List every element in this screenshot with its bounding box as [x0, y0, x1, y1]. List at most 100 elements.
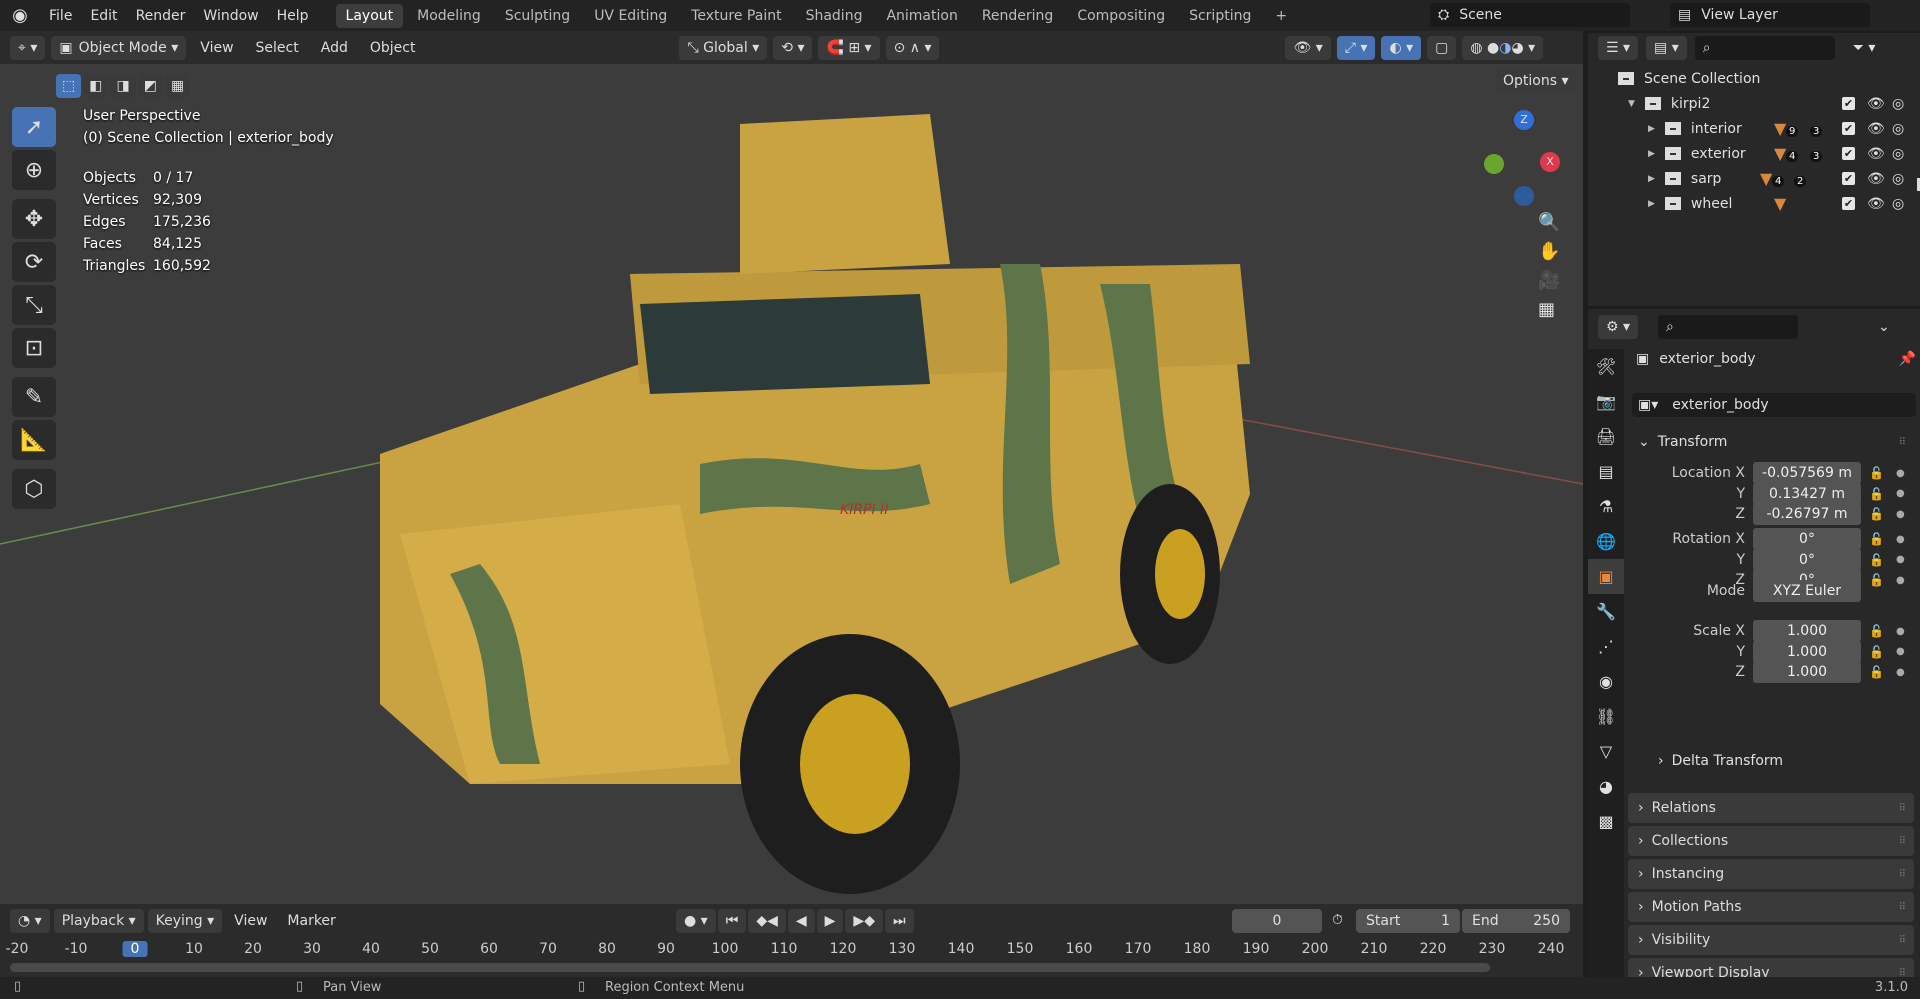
- visibility-dropdown[interactable]: 👁 ▾: [1285, 35, 1331, 60]
- scene-selector[interactable]: ⛭ Scene: [1430, 3, 1630, 27]
- properties-tab-physics[interactable]: ◉: [1588, 664, 1624, 699]
- lock-icon[interactable]: 🔓: [1869, 487, 1884, 501]
- drag-grip-icon[interactable]: ⠿: [1899, 935, 1906, 946]
- rotate-tool[interactable]: ⟳: [12, 242, 56, 282]
- tab-rendering[interactable]: Rendering: [972, 4, 1064, 28]
- panel-visibility[interactable]: › Visibility ⠿: [1628, 925, 1914, 955]
- keying-menu[interactable]: Keying ▾: [147, 909, 223, 933]
- expand-arrow-icon[interactable]: ▶: [1648, 174, 1655, 184]
- keyframe-dot-icon[interactable]: ●: [1896, 509, 1905, 520]
- tab-compositing[interactable]: Compositing: [1067, 4, 1175, 28]
- tab-animation[interactable]: Animation: [876, 4, 967, 28]
- timeline-editor-type[interactable]: ◔ ▾: [10, 909, 50, 933]
- tab-scripting[interactable]: Scripting: [1179, 4, 1261, 28]
- menu-window[interactable]: Window: [194, 8, 267, 24]
- mesh-icon[interactable]: ▼: [1774, 144, 1786, 163]
- mesh-icon[interactable]: ▼: [1774, 194, 1786, 213]
- camera-render-icon[interactable]: ◎: [1892, 146, 1904, 162]
- properties-tab-world[interactable]: 🌐: [1588, 524, 1624, 559]
- camera-render-icon[interactable]: ◎: [1892, 171, 1904, 187]
- lock-icon[interactable]: 🔓: [1869, 665, 1884, 679]
- navigation-gizmo[interactable]: Z X: [1470, 104, 1580, 214]
- chevron-down-icon[interactable]: ⌄: [1878, 319, 1890, 335]
- next-keyframe-button[interactable]: ▶◆: [845, 909, 883, 933]
- keyframe-dot-icon[interactable]: ●: [1896, 488, 1905, 499]
- jump-start-button[interactable]: ⏮: [717, 909, 747, 933]
- eye-icon[interactable]: 👁: [1867, 146, 1885, 162]
- lock-icon[interactable]: 🔓: [1869, 624, 1884, 638]
- add-workspace-button[interactable]: +: [1265, 4, 1297, 28]
- properties-tab-tool[interactable]: 🛠: [1588, 349, 1624, 384]
- menu-render[interactable]: Render: [127, 8, 195, 24]
- transform-tool[interactable]: ⊡: [12, 328, 56, 368]
- timeline-scrollbar[interactable]: [10, 963, 1490, 972]
- timeline[interactable]: ◔ ▾ Playback ▾ Keying ▾ View Marker ● ▾ …: [0, 904, 1583, 977]
- location-z-value[interactable]: -0.26797 m: [1753, 503, 1861, 525]
- grid-perspective-icon[interactable]: ▦: [1538, 299, 1560, 320]
- properties-search[interactable]: ⌕: [1658, 315, 1799, 339]
- drag-grip-icon[interactable]: ⠿: [1899, 869, 1906, 880]
- lock-icon[interactable]: 🔓: [1869, 553, 1884, 567]
- xray-toggle[interactable]: ▢: [1427, 35, 1457, 60]
- filter-icon[interactable]: ⏷ ▾: [1853, 40, 1876, 56]
- tab-shading[interactable]: Shading: [796, 4, 873, 28]
- camera-render-icon[interactable]: ◎: [1892, 121, 1904, 137]
- menu-add[interactable]: Add: [313, 40, 356, 56]
- exclude-checkbox[interactable]: ✔: [1842, 147, 1855, 160]
- select-mode-buttons[interactable]: ⬚ ◧ ◨ ◩ ▦: [56, 74, 191, 98]
- outliner-editor-type[interactable]: ☰ ▾: [1598, 36, 1639, 60]
- tab-modeling[interactable]: Modeling: [407, 4, 491, 28]
- properties-tab-output[interactable]: 🖨: [1588, 419, 1624, 454]
- timeline-view-menu[interactable]: View: [226, 913, 275, 929]
- editor-type-button[interactable]: ⌖ ▾: [10, 35, 46, 60]
- outliner-item-kirpi2[interactable]: ▼ kirpi2 ✔ 👁 ◎: [1588, 91, 1920, 116]
- gizmo-z-axis[interactable]: Z: [1514, 110, 1534, 130]
- lock-icon[interactable]: 🔓: [1869, 507, 1884, 521]
- datablock-field[interactable]: ▣▾ exterior_body: [1632, 393, 1916, 417]
- hand-pan-icon[interactable]: ✋: [1538, 241, 1560, 262]
- camera-render-icon[interactable]: ◎: [1892, 96, 1904, 112]
- annotate-tool[interactable]: ✎: [12, 377, 56, 417]
- panel-motion-paths[interactable]: › Motion Paths ⠿: [1628, 892, 1914, 922]
- outliner-item-exterior[interactable]: ▶ exterior ▼ 4 3 ✔ 👁 ◎: [1588, 141, 1920, 166]
- drag-grip-icon[interactable]: ⠿: [1899, 803, 1906, 814]
- eye-icon[interactable]: 👁: [1867, 96, 1885, 112]
- start-frame-field[interactable]: Start 1: [1356, 909, 1460, 933]
- zoom-icon[interactable]: 🔍: [1538, 212, 1560, 233]
- properties-tab-constraints[interactable]: ⛓: [1588, 699, 1624, 734]
- cursor-tool[interactable]: ⊕: [12, 150, 56, 190]
- stopwatch-icon[interactable]: ⏱: [1332, 912, 1343, 928]
- delta-transform-subpanel[interactable]: › Delta Transform: [1658, 753, 1783, 769]
- keyframe-dot-icon[interactable]: ●: [1896, 667, 1905, 678]
- transform-panel-header[interactable]: ⌄ Transform ⠿: [1628, 427, 1914, 457]
- outliner-scene-collection[interactable]: Scene Collection: [1588, 66, 1920, 91]
- tab-texture-paint[interactable]: Texture Paint: [681, 4, 791, 28]
- menu-object[interactable]: Object: [362, 40, 424, 56]
- end-frame-field[interactable]: End 250: [1462, 909, 1570, 933]
- jump-end-button[interactable]: ⏭: [884, 909, 914, 933]
- lock-icon[interactable]: 🔓: [1869, 645, 1884, 659]
- tab-layout[interactable]: Layout: [335, 3, 404, 28]
- properties-tab-data[interactable]: ▽: [1588, 734, 1624, 769]
- tab-sculpting[interactable]: Sculpting: [495, 4, 580, 28]
- properties-tab-particles[interactable]: ⋰: [1588, 629, 1624, 664]
- measure-tool[interactable]: 📐: [12, 420, 56, 460]
- properties-tab-object[interactable]: ▣: [1588, 559, 1624, 594]
- 3d-viewport[interactable]: KIRPI II ⬚ ◧ ◨ ◩ ▦ ➚ ⊕ ✥ ⟳ ⤡ ⊡ ✎ 📐 ⬡ User Pe…: [0, 64, 1583, 904]
- exclude-checkbox[interactable]: ✔: [1842, 172, 1855, 185]
- menu-select[interactable]: Select: [248, 40, 307, 56]
- expand-arrow-icon[interactable]: ▶: [1648, 124, 1655, 134]
- camera-icon[interactable]: 🎥: [1538, 270, 1560, 291]
- panel-instancing[interactable]: › Instancing ⠿: [1628, 859, 1914, 889]
- gizmo-x-axis[interactable]: X: [1540, 152, 1560, 172]
- menu-view[interactable]: View: [192, 40, 241, 56]
- keyframe-dot-icon[interactable]: ●: [1896, 646, 1905, 657]
- drag-grip-icon[interactable]: ⠿: [1899, 836, 1906, 847]
- playback-menu[interactable]: Playback ▾: [53, 909, 144, 933]
- properties-tab-render[interactable]: 📷: [1588, 384, 1624, 419]
- prev-keyframe-button[interactable]: ◆◀: [748, 909, 786, 933]
- outliner-item-sarp[interactable]: ▶ sarp ▼ 4 2 ✔ 👁 ◎: [1588, 166, 1920, 191]
- properties-tab-material[interactable]: ◕: [1588, 769, 1624, 804]
- pin-icon[interactable]: 📌: [1899, 351, 1916, 367]
- view-layer-selector[interactable]: ▤ View Layer: [1670, 3, 1870, 27]
